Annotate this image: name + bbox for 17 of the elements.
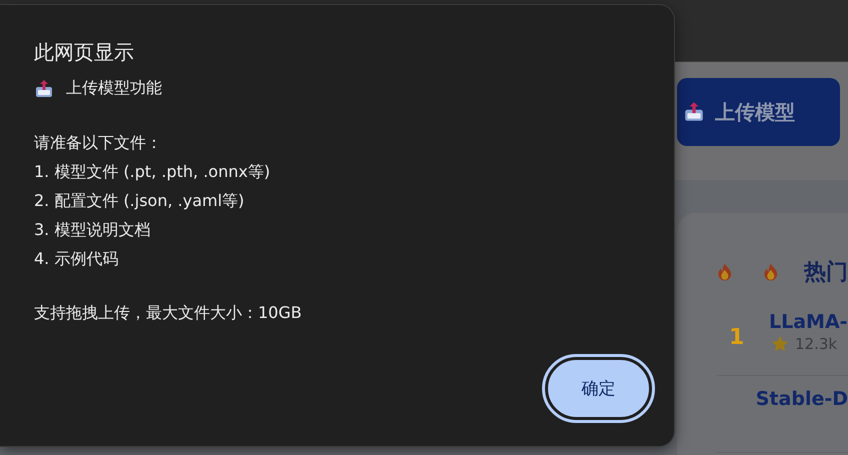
upload-tray-icon [683,101,705,123]
message-line: 请准备以下文件： [34,132,163,154]
rank-number: 1 [729,325,746,350]
message-line: 2. 配置文件 (.json, .yaml等) [34,190,246,212]
upload-model-button[interactable]: 上传模型 [677,78,840,146]
dialog-heading: 上传模型功能 [66,78,162,99]
upload-note: 支持拖拽上传，最大文件大小：10GB [34,303,303,324]
upload-tray-icon [34,78,54,98]
message-line: 1. 模型文件 (.pt, .pth, .onnx等) [34,161,272,183]
star-icon [771,335,789,353]
dialog-title: 此网页显示 [34,39,135,66]
section-title: 热门 [804,258,848,287]
message-line: 3. 模型说明文档 [34,219,152,241]
ok-button[interactable]: 确定 [545,357,652,420]
model-name[interactable]: Stable-D [756,388,848,410]
model-name[interactable]: LLaMA- [769,311,848,333]
message-line: 4. 示例代码 [34,248,120,270]
